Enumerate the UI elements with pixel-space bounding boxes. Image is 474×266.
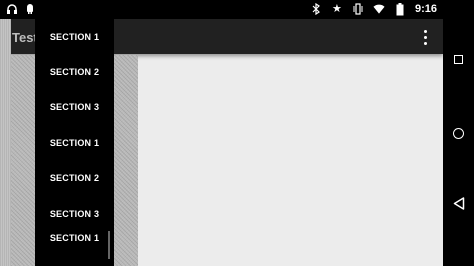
back-button[interactable] [443,186,474,226]
dropdown-scrollbar[interactable] [108,231,110,259]
dropdown-item-label: SECTION 3 [49,101,100,112]
status-clock: 9:16 [414,3,437,15]
bluetooth-icon [310,2,322,16]
toolbar-title: Test [12,30,38,45]
noise-artifact-left [0,19,11,266]
dropdown-item[interactable]: SECTION 2 [35,54,114,89]
dropdown-item[interactable]: SECTION 1 [35,19,114,54]
android-icon [24,2,36,16]
home-icon [453,127,464,139]
vibrate-icon [352,2,364,16]
more-vert-icon[interactable] [415,25,435,49]
dropdown-item[interactable]: SECTION 1 [35,125,114,160]
back-icon [453,197,465,215]
status-bar: ★ 9:16 [0,0,443,19]
headset-icon [6,2,18,16]
dropdown-item-label: SECTION 1 [49,31,100,42]
dropdown-item-label: SECTION 2 [49,66,100,77]
recents-icon [454,54,463,64]
section-dropdown-list[interactable]: SECTION 1 SECTION 2 SECTION 3 SECTION 1 … [35,19,114,266]
dropdown-item-label: SECTION 1 [49,137,100,148]
dropdown-item[interactable]: SECTION 3 [35,89,114,124]
dropdown-item-label: SECTION 1 [49,232,100,243]
dropdown-item[interactable]: SECTION 2 [35,160,114,195]
star-icon: ★ [332,3,342,15]
dropdown-item[interactable]: SECTION 1 [35,220,114,255]
home-button[interactable] [443,113,474,153]
battery-icon [394,2,406,16]
wifi-icon [373,2,385,16]
dropdown-item-label: SECTION 2 [49,172,100,183]
dropdown-item-label: SECTION 3 [49,208,100,219]
recents-button[interactable] [443,39,474,79]
navigation-bar [443,0,474,266]
